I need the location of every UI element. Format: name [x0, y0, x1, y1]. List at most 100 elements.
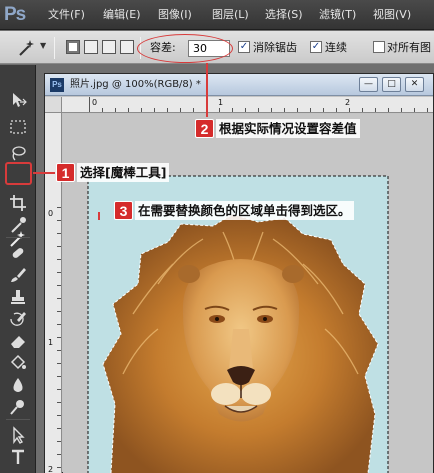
ruler-tick [57, 298, 61, 299]
lasso-tool-icon[interactable] [8, 143, 28, 163]
close-button[interactable]: ✕ [405, 77, 424, 92]
step-1-badge: 1 [56, 163, 75, 182]
ruler-tick [57, 207, 61, 208]
ruler-tick [57, 415, 61, 416]
ruler-tick [57, 350, 61, 351]
eyedropper-tool-icon[interactable] [8, 215, 28, 235]
ruler-corner [45, 97, 62, 113]
menu-layer[interactable]: 图层(L) [212, 8, 249, 22]
chevron-down-icon[interactable]: ▼ [40, 41, 46, 50]
ruler-tick [57, 441, 61, 442]
callout-1-leader [33, 172, 55, 174]
ruler-tick [258, 108, 259, 112]
antialias-checkbox[interactable]: ✓ [238, 41, 250, 53]
menu-bar: Ps 文件(F) 编辑(E) 图像(I) 图层(L) 选择(S) 滤镜(T) 视… [0, 0, 434, 30]
history-brush-icon[interactable] [8, 309, 28, 329]
ruler-tick [57, 454, 61, 455]
path-selection-tool-icon[interactable] [8, 425, 28, 445]
eraser-tool-icon[interactable] [8, 331, 28, 351]
ruler-tick [57, 402, 61, 403]
document-title: 照片.jpg @ 100%(RGB/8) * [70, 79, 201, 90]
ruler-tick [57, 233, 61, 234]
tolerance-highlight-ellipse [137, 34, 233, 63]
menu-select[interactable]: 选择(S) [265, 8, 303, 22]
ruler-tick [57, 467, 61, 468]
new-selection-button[interactable] [66, 40, 80, 54]
ruler-tick [375, 108, 376, 112]
ruler-tick [57, 363, 61, 364]
ruler-tick [57, 389, 61, 390]
ruler-label: 1 [48, 338, 54, 347]
ruler-tick [297, 108, 298, 112]
separator [54, 37, 55, 59]
ruler-tick [57, 428, 61, 429]
ruler-tick [57, 337, 61, 338]
ruler-tick [271, 108, 272, 112]
move-tool-icon[interactable] [8, 90, 28, 110]
callout-3-leader [98, 212, 100, 220]
callout-2-leader [206, 63, 208, 117]
ruler-tick [89, 97, 90, 112]
restore-button[interactable]: □ [382, 77, 401, 92]
intersect-selection-button[interactable] [120, 40, 134, 54]
minimize-button[interactable]: — [359, 77, 378, 92]
sample-all-layers-label: 对所有图 [387, 41, 431, 54]
blur-tool-icon[interactable] [8, 375, 28, 395]
document-tab[interactable]: Ps 照片.jpg @ 100%(RGB/8) * — □ ✕ [45, 74, 433, 96]
add-to-selection-button[interactable] [84, 40, 98, 54]
menu-file[interactable]: 文件(F) [48, 8, 85, 22]
ruler-tick [427, 108, 428, 112]
sample-all-layers-checkbox[interactable] [373, 41, 385, 53]
menu-filter[interactable]: 滤镜(T) [319, 8, 356, 22]
brush-tool-icon[interactable] [8, 265, 28, 285]
contiguous-label: 连续 [325, 41, 347, 54]
ruler-tick [57, 324, 61, 325]
ruler-tick [284, 108, 285, 112]
menu-view[interactable]: 视图(V) [373, 8, 411, 22]
crop-tool-icon[interactable] [8, 193, 28, 213]
step-3-text: 在需要替换颜色的区域单击得到选区。 [135, 201, 354, 220]
type-tool-icon[interactable] [8, 447, 28, 467]
clone-stamp-tool-icon[interactable] [8, 287, 28, 307]
ruler-label: 2 [48, 465, 54, 473]
ruler-tick [232, 108, 233, 112]
ruler-tick [349, 108, 350, 112]
antialias-label: 消除锯齿 [253, 41, 297, 54]
ruler-label: 0 [48, 209, 54, 218]
step-1-text: 选择[魔棒工具] [77, 163, 170, 182]
ruler-tick [57, 285, 61, 286]
ruler-tick [57, 272, 61, 273]
magic-wand-highlight-box [5, 162, 32, 185]
ruler-tick [102, 108, 103, 112]
menu-edit[interactable]: 编辑(E) [103, 8, 141, 22]
ruler-tick [362, 108, 363, 112]
marquee-tool-icon[interactable] [8, 117, 28, 137]
ruler-tick [154, 108, 155, 112]
ruler-tick [388, 108, 389, 112]
spot-healing-brush-icon[interactable] [8, 243, 28, 263]
toolbox [0, 65, 36, 473]
dodge-tool-icon[interactable] [8, 397, 28, 417]
ruler-tick [245, 108, 246, 112]
ruler-tick [310, 108, 311, 112]
paint-bucket-tool-icon[interactable] [8, 353, 28, 373]
ruler-tick [219, 108, 220, 112]
subtract-from-selection-button[interactable] [102, 40, 116, 54]
ruler-tick [401, 108, 402, 112]
ruler-tick [414, 108, 415, 112]
ruler-tick [336, 108, 337, 112]
contiguous-checkbox[interactable]: ✓ [310, 41, 322, 53]
ruler-tick [57, 376, 61, 377]
magic-wand-tool-preset-icon[interactable] [16, 38, 36, 58]
ruler-tick [115, 108, 116, 112]
ruler-tick [167, 108, 168, 112]
photoshop-window: Ps 文件(F) 编辑(E) 图像(I) 图层(L) 选择(S) 滤镜(T) 视… [0, 0, 434, 473]
separator [6, 237, 30, 238]
menu-image[interactable]: 图像(I) [158, 8, 192, 22]
ruler-tick [180, 108, 181, 112]
ruler-tick [57, 311, 61, 312]
ruler-tick [57, 259, 61, 260]
ruler-label: 1 [218, 98, 224, 107]
step-2-badge: 2 [195, 119, 214, 138]
ruler-label: 2 [345, 98, 351, 107]
